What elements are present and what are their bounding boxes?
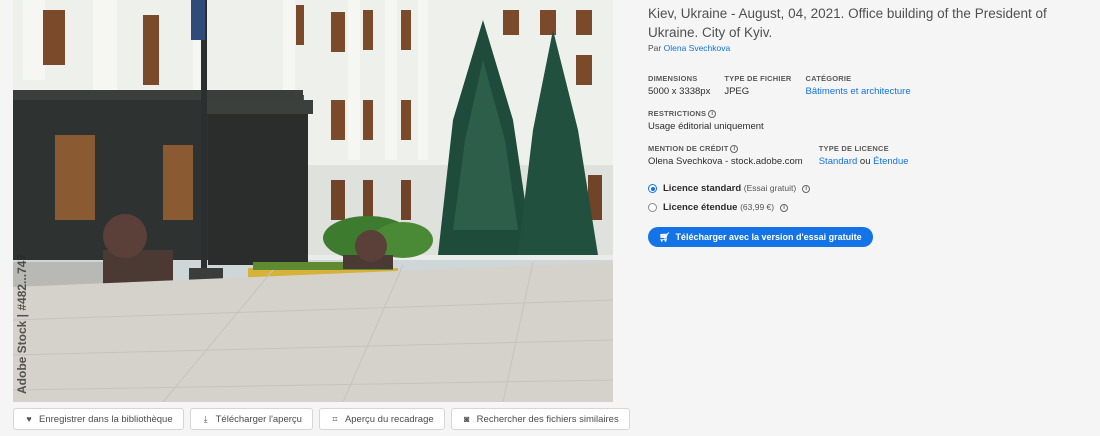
license-extended-name: Licence étendue [663,202,738,213]
meta-row-3: MENTION DE CRÉDIT i Olena Svechkova - st… [648,144,1078,167]
save-to-library-button[interactable]: ♥ Enregistrer dans la bibliothèque [13,408,184,430]
meta-row-1: DIMENSIONS 5000 x 3338px TYPE DE FICHIER… [648,74,1078,97]
info-icon[interactable]: i [780,203,789,212]
preview-image: Adobe Stock | #482...747 [13,0,613,402]
cart-icon: 🛒︎ [659,231,671,242]
heart-icon: ♥ [26,414,32,424]
filetype-field: TYPE DE FICHIER JPEG [724,74,791,97]
stock-watermark: Adobe Stock | #482...747 [15,253,29,394]
license-option-extended[interactable]: Licence étendue (63,99 €) i [648,202,1078,213]
filetype-label: TYPE DE FICHIER [724,74,792,83]
info-icon[interactable]: i [730,144,739,153]
download-preview-label: Télécharger l'aperçu [215,413,302,425]
crop-preview-label: Aperçu du recadrage [344,413,434,425]
crop-preview-button[interactable]: ⌗ Aperçu du recadrage [318,408,445,430]
license-extended-link[interactable]: Étendue [873,156,908,167]
author-prefix: Par [648,43,662,53]
credit-value: Olena Svechkova - stock.adobe.com [648,156,803,167]
category-label: CATÉGORIE [805,74,852,83]
author-line: Par Olena Svechkova [648,43,1078,53]
meta-row-2: RESTRICTIONS i Usage éditorial uniquemen… [648,109,1078,132]
category-field: CATÉGORIE Bâtiments et architecture [806,74,911,97]
filetype-value: JPEG [724,86,750,97]
free-trial-download-label: Télécharger avec la version d'essai grat… [675,232,862,242]
info-icon[interactable]: i [802,184,811,193]
category-link[interactable]: Bâtiments et architecture [806,86,911,97]
download-icon: ⤓ [203,413,208,424]
credit-label: MENTION DE CRÉDIT [648,144,729,153]
asset-details: Kiev, Ukraine - August, 04, 2021. Office… [648,4,1078,247]
download-preview-button[interactable]: ⤓ Télécharger l'aperçu [189,408,313,430]
license-type-label: TYPE DE LICENCE [818,144,889,153]
license-option-standard[interactable]: Licence standard (Essai gratuit) i [648,183,1078,194]
license-standard-name: Licence standard [663,183,742,194]
find-similar-label: Rechercher des fichiers similaires [476,413,619,425]
license-or-text: ou [859,156,871,167]
radio-standard[interactable] [648,184,657,193]
dimensions-label: DIMENSIONS [648,74,698,83]
find-similar-button[interactable]: ◙ Rechercher des fichiers similaires [450,408,630,430]
dimensions-field: DIMENSIONS 5000 x 3338px [648,74,710,97]
building-photo [13,0,613,402]
license-standard-link[interactable]: Standard [819,156,858,167]
license-standard-note: (Essai gratuit) [743,183,797,193]
license-type-field: TYPE DE LICENCE Standard ou Étendue [819,144,909,167]
license-extended-note: (63,99 €) [740,202,775,212]
free-trial-download-button[interactable]: 🛒︎ Télécharger avec la version d'essai g… [648,227,873,247]
radio-extended[interactable] [648,203,657,212]
author-link[interactable]: Olena Svechkova [664,43,731,53]
save-to-library-label: Enregistrer dans la bibliothèque [39,413,173,425]
dimensions-value: 5000 x 3338px [648,86,711,97]
restrictions-field: RESTRICTIONS i Usage éditorial uniquemen… [648,109,764,132]
crop-icon: ⌗ [332,413,338,424]
image-actions: ♥ Enregistrer dans la bibliothèque ⤓ Tél… [13,408,630,430]
camera-search-icon: ◙ [463,414,470,424]
restrictions-value: Usage éditorial uniquement [648,121,764,132]
restrictions-label: RESTRICTIONS [648,109,707,118]
asset-title: Kiev, Ukraine - August, 04, 2021. Office… [648,6,1047,40]
credit-field: MENTION DE CRÉDIT i Olena Svechkova - st… [648,144,803,167]
license-options: Licence standard (Essai gratuit) i Licen… [648,183,1078,213]
info-icon[interactable]: i [708,109,717,118]
